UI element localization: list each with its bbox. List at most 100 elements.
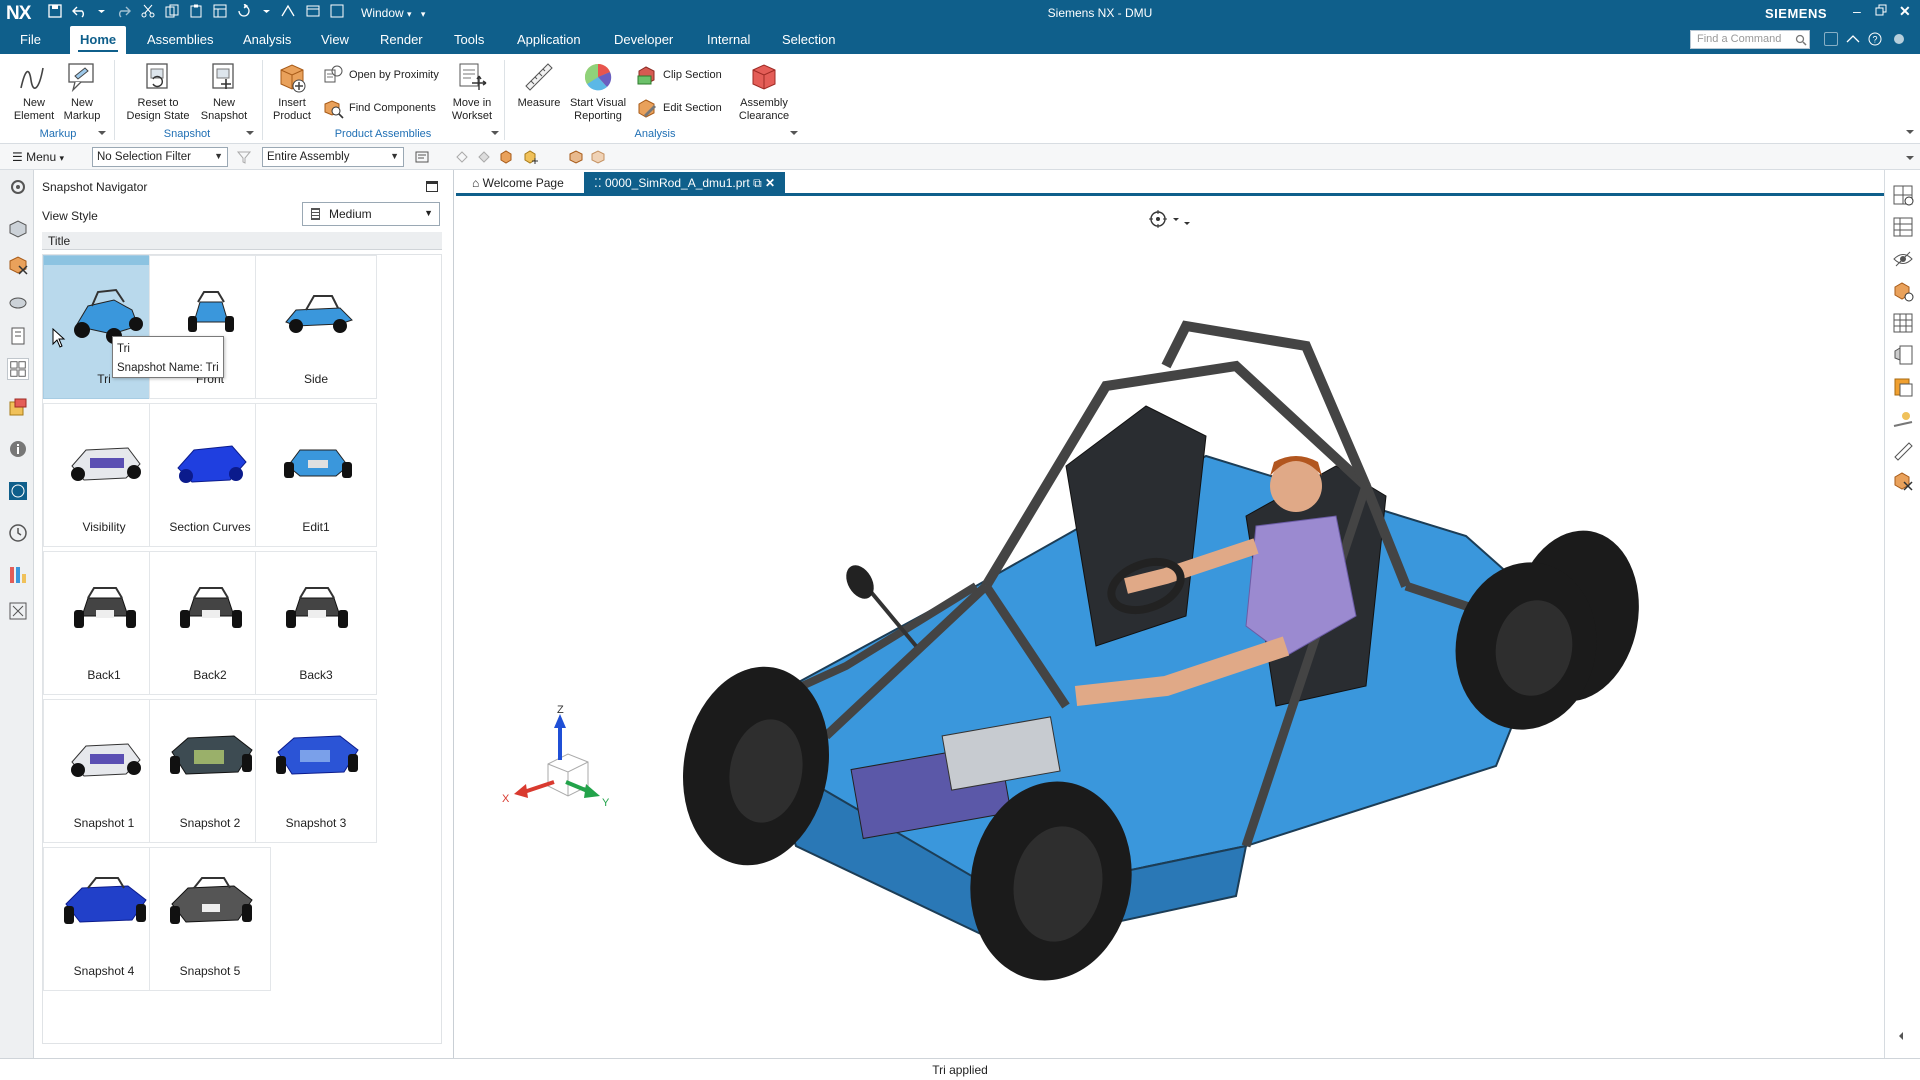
window-frame-icon[interactable] [330, 4, 344, 18]
clip-section-button[interactable]: Clip Section [636, 64, 722, 86]
save-icon[interactable] [48, 4, 62, 18]
tab-view[interactable]: View [311, 26, 359, 54]
close-tab-icon[interactable]: ✕ [765, 176, 775, 190]
group-expand-icon[interactable] [790, 129, 798, 137]
snapshot-tile-side[interactable]: Side [255, 255, 377, 399]
add-selection-icon[interactable] [522, 149, 538, 165]
insert-product-button[interactable]: Insert Product [268, 60, 316, 123]
roles-icon[interactable] [7, 600, 29, 622]
snapshot-tile-snapshot-5[interactable]: Snapshot 5 [149, 847, 271, 991]
group-expand-icon[interactable] [246, 129, 254, 137]
tab-tools[interactable]: Tools [444, 26, 494, 54]
hide-eye-icon[interactable] [1892, 248, 1914, 270]
markup-list-icon[interactable] [1892, 376, 1914, 398]
graphics-window[interactable]: Z X Y [456, 196, 1884, 1058]
fullscreen-icon[interactable] [1824, 32, 1838, 46]
copy-icon[interactable] [165, 4, 179, 18]
web-browser-icon[interactable] [7, 480, 29, 502]
reuse-library-icon[interactable] [7, 325, 29, 347]
scroll-arrow-icon[interactable] [1897, 1032, 1905, 1040]
deselect-icon[interactable] [590, 149, 606, 165]
repeat-command-icon[interactable] [237, 4, 253, 18]
tab-active-part[interactable]: ⁚⁚ 0000_SimRod_A_dmu1.prt ⧉ ✕ [584, 172, 786, 194]
group-expand-icon[interactable] [98, 129, 106, 137]
assembly-clearance-button[interactable]: Assembly Clearance [730, 60, 798, 123]
snapshot-tile-snapshot-2[interactable]: Snapshot 2 [149, 699, 271, 843]
visual-reporting-navigator-icon[interactable] [7, 396, 29, 418]
edit-section-button[interactable]: Edit Section [636, 97, 722, 119]
table-view-icon[interactable] [1892, 216, 1914, 238]
select-all-icon[interactable] [568, 149, 584, 165]
snapshot-tile-back3[interactable]: Back3 [255, 551, 377, 695]
column-header-title[interactable]: Title [42, 232, 442, 250]
drag-handle-icon[interactable]: ⁚⁚ [594, 176, 602, 190]
tab-developer[interactable]: Developer [604, 26, 683, 54]
tab-selection[interactable]: Selection [772, 26, 845, 54]
collapse-ribbon-icon[interactable] [1846, 33, 1860, 45]
menu-button[interactable]: ☰ Menu ▾ [12, 150, 64, 164]
history-icon[interactable] [7, 522, 29, 544]
snapshot-tile-snapshot-1[interactable]: Snapshot 1 [43, 699, 165, 843]
minimize-button[interactable]: – [1853, 3, 1861, 19]
touch-mode-icon[interactable] [280, 4, 296, 18]
gear-icon[interactable] [7, 176, 29, 198]
new-markup-button[interactable]: New Markup [60, 60, 104, 123]
lighting-icon[interactable] [1892, 408, 1914, 430]
snapshot-navigator-icon[interactable] [7, 358, 29, 380]
snapshot-tile-back1[interactable]: Back1 [43, 551, 165, 695]
tab-render[interactable]: Render [370, 26, 433, 54]
reset-design-state-button[interactable]: Reset to Design State [122, 60, 194, 123]
dropdown-arrow-icon[interactable] [263, 4, 270, 18]
command-finder-input[interactable]: Find a Command [1690, 30, 1810, 49]
open-by-proximity-button[interactable]: Open by Proximity [322, 64, 439, 86]
tab-file[interactable]: File [10, 26, 51, 54]
snapshot-tile-back2[interactable]: Back2 [149, 551, 271, 695]
snapshot-tile-visibility[interactable]: Visibility [43, 403, 165, 547]
snapshot-tile-snapshot-4[interactable]: Snapshot 4 [43, 847, 165, 991]
start-visual-reporting-button[interactable]: Start Visual Reporting [566, 60, 630, 123]
select-component-icon[interactable] [498, 149, 514, 165]
info-icon[interactable] [7, 438, 29, 460]
system-materials-icon[interactable] [7, 564, 29, 586]
select-feature-icon[interactable] [454, 149, 470, 165]
settings-icon[interactable] [1892, 32, 1906, 46]
toolbar-options-icon[interactable] [1906, 154, 1914, 162]
window-menu[interactable]: Window ▾ ▾ [361, 6, 425, 20]
tab-home[interactable]: Home [70, 26, 127, 54]
paste-icon[interactable] [189, 4, 203, 18]
copy-display-icon[interactable] [213, 4, 227, 18]
detach-tab-icon[interactable]: ⧉ [753, 176, 762, 190]
tab-application[interactable]: Application [507, 26, 591, 54]
add-component-icon[interactable] [1892, 280, 1914, 302]
reset-filter-icon[interactable] [236, 149, 252, 165]
ribbon-options-icon[interactable] [1906, 128, 1914, 136]
tab-analysis[interactable]: Analysis [233, 26, 301, 54]
find-components-button[interactable]: Find Components [322, 97, 436, 119]
search-icon[interactable] [1795, 34, 1807, 46]
group-expand-icon[interactable] [491, 129, 499, 137]
view-orientation-icon[interactable] [1146, 208, 1190, 230]
tab-internal[interactable]: Internal [697, 26, 760, 54]
view-style-dropdown[interactable]: Medium ▼ [302, 202, 440, 226]
window-icon[interactable] [306, 4, 320, 18]
new-snapshot-button[interactable]: New Snapshot [196, 60, 252, 123]
constraint-navigator-icon[interactable] [7, 254, 29, 276]
selection-filter-dropdown[interactable]: No Selection Filter ▼ [92, 147, 228, 167]
cut-icon[interactable] [141, 4, 155, 18]
selection-scope-dropdown[interactable]: Entire Assembly ▼ [262, 147, 404, 167]
dropdown-arrow-icon[interactable] [98, 4, 105, 18]
select-body-icon[interactable] [476, 149, 492, 165]
grid-icon[interactable] [1892, 312, 1914, 334]
type-filter-icon[interactable] [414, 149, 430, 165]
measure-tool-icon[interactable] [1892, 440, 1914, 462]
restore-button[interactable] [1875, 3, 1887, 19]
snapshot-tile-section-curves[interactable]: Section Curves [149, 403, 271, 547]
help-icon[interactable]: ? [1868, 32, 1882, 46]
tab-assemblies[interactable]: Assemblies [137, 26, 223, 54]
snapshot-tile-edit1[interactable]: Edit1 [255, 403, 377, 547]
snapshot-tile-snapshot-3[interactable]: Snapshot 3 [255, 699, 377, 843]
move-in-workset-button[interactable]: Move in Workset [446, 60, 498, 123]
clearance-icon[interactable] [1892, 470, 1914, 492]
tab-welcome-page[interactable]: ⌂ Welcome Page [462, 172, 574, 194]
close-button[interactable]: ✕ [1899, 3, 1911, 20]
